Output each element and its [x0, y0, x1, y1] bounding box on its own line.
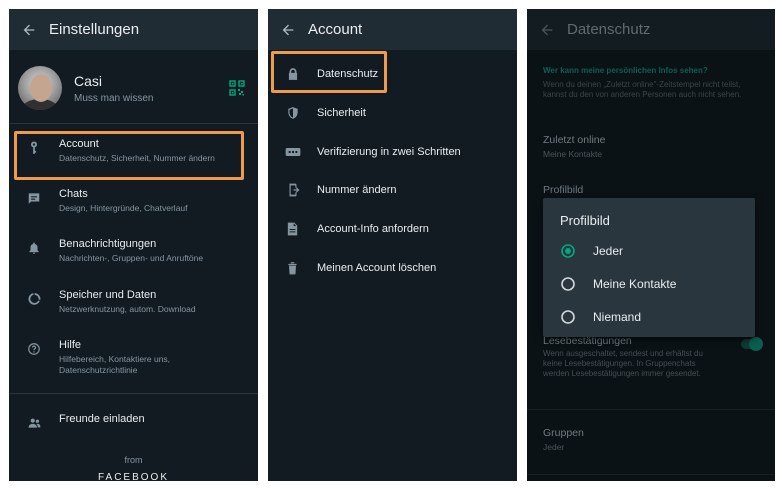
- account-item-delete[interactable]: Meinen Account löschen: [268, 253, 517, 283]
- read-receipts-description: Wenn ausgeschaltet, sendest und erhältst…: [543, 349, 703, 378]
- divider: [9, 393, 258, 394]
- section-header: Wer kann meine persönlichen Infos sehen?: [543, 66, 708, 75]
- chat-icon: [9, 188, 59, 205]
- settings-item-help[interactable]: Hilfe Hilfebereich, Kontaktiere uns, Dat…: [9, 339, 258, 376]
- last-seen-value: Meine Kontakte: [543, 149, 603, 159]
- people-icon: [9, 413, 59, 430]
- privacy-screen: Datenschutz Wer kann meine persönlichen …: [527, 9, 775, 481]
- profile-status: Muss man wissen: [74, 92, 154, 104]
- divider: [527, 474, 775, 475]
- dialog-title: Profilbild: [560, 213, 610, 228]
- divider: [9, 123, 258, 124]
- option-my-contacts[interactable]: Meine Kontakte: [543, 272, 755, 296]
- settings-item-storage[interactable]: Speicher und Daten Netzwerknutzung, auto…: [9, 289, 258, 315]
- account-highlight-box: [14, 131, 244, 180]
- settings-item-label: Chats: [59, 188, 88, 200]
- groups-setting[interactable]: Gruppen Jeder: [543, 427, 765, 452]
- settings-title: Einstellungen: [49, 21, 140, 38]
- privacy-app-bar: Datenschutz: [527, 9, 775, 50]
- account-item-label: Sicherheit: [317, 107, 366, 119]
- profile-photo-setting[interactable]: Profilbild: [543, 184, 765, 196]
- phone-change-icon: [268, 183, 317, 197]
- section-description: Wenn du deinen „Zuletzt online"-Zeitstem…: [543, 80, 742, 99]
- groups-value: Jeder: [543, 442, 565, 452]
- account-item-request-info[interactable]: Account-Info anfordern: [268, 214, 517, 244]
- trash-icon: [268, 261, 317, 275]
- profile-photo-dialog: Profilbild Jeder Meine Kontakte Niemand: [543, 198, 755, 337]
- help-icon: [9, 339, 59, 356]
- option-label: Jeder: [593, 244, 624, 258]
- settings-item-notifications[interactable]: Benachrichtigungen Nachrichten-, Gruppen…: [9, 238, 258, 264]
- profile-photo-label: Profilbild: [543, 184, 584, 196]
- account-item-security[interactable]: Sicherheit: [268, 98, 517, 128]
- bell-icon: [9, 238, 59, 255]
- back-arrow-icon[interactable]: [9, 22, 49, 38]
- radio-selected-icon[interactable]: [543, 244, 593, 258]
- account-item-two-step[interactable]: Verifizierung in zwei Schritten: [268, 137, 517, 167]
- privacy-title: Datenschutz: [567, 21, 651, 38]
- option-nobody[interactable]: Niemand: [543, 305, 755, 329]
- settings-item-label: Speicher und Daten: [59, 289, 157, 301]
- account-item-label: Nummer ändern: [317, 184, 397, 196]
- back-arrow-icon[interactable]: [268, 22, 308, 38]
- divider: [527, 409, 775, 410]
- personal-info-section: Wer kann meine persönlichen Infos sehen?…: [543, 66, 765, 100]
- privacy-highlight-box: [271, 51, 387, 93]
- profile-row[interactable]: Casi Muss man wissen: [18, 62, 249, 114]
- back-arrow-icon[interactable]: [527, 22, 567, 38]
- radio-unselected-icon[interactable]: [543, 310, 593, 324]
- settings-item-sublabel: Hilfebereich, Kontaktiere uns, Datenschu…: [59, 354, 171, 375]
- profile-name: Casi: [74, 72, 103, 89]
- settings-screen: Einstellungen Casi Muss man wissen Accou…: [9, 9, 258, 481]
- option-label: Meine Kontakte: [593, 277, 677, 291]
- account-item-label: Account-Info anfordern: [317, 223, 429, 235]
- option-everyone[interactable]: Jeder: [543, 239, 755, 263]
- document-icon: [268, 222, 317, 236]
- radio-unselected-icon[interactable]: [543, 277, 593, 291]
- groups-label: Gruppen: [543, 427, 584, 439]
- option-label: Niemand: [593, 310, 642, 324]
- account-item-label: Verifizierung in zwei Schritten: [317, 146, 461, 158]
- password-dots-icon: [268, 146, 317, 158]
- read-receipts-setting[interactable]: Lesebestätigungen Wenn ausgeschaltet, se…: [543, 335, 765, 379]
- avatar[interactable]: [18, 66, 62, 110]
- account-item-change-number[interactable]: Nummer ändern: [268, 175, 517, 205]
- from-label: from: [124, 455, 143, 465]
- data-usage-icon: [9, 289, 59, 306]
- account-item-label: Meinen Account löschen: [317, 262, 437, 274]
- settings-item-label: Hilfe: [59, 339, 82, 351]
- account-title: Account: [308, 21, 363, 38]
- facebook-brand: FACEBOOK: [97, 472, 169, 481]
- settings-item-chats[interactable]: Chats Design, Hintergründe, Chatverlauf: [9, 188, 258, 214]
- settings-item-sublabel: Design, Hintergründe, Chatverlauf: [59, 203, 188, 213]
- last-seen-label: Zuletzt online: [543, 134, 606, 146]
- last-seen-setting[interactable]: Zuletzt online Meine Kontakte: [543, 134, 765, 159]
- read-receipts-toggle[interactable]: [741, 337, 763, 351]
- settings-item-invite[interactable]: Freunde einladen: [9, 413, 258, 430]
- shield-icon: [268, 106, 317, 120]
- invite-friends-label: Freunde einladen: [59, 413, 145, 425]
- settings-item-sublabel: Nachrichten-, Gruppen- und Anruftöne: [59, 253, 204, 263]
- account-app-bar: Account: [268, 9, 517, 50]
- settings-item-sublabel: Netzwerknutzung, autom. Download: [59, 304, 196, 314]
- settings-app-bar: Einstellungen: [9, 9, 258, 50]
- account-screen: Account Datenschutz Sicherheit Verifizie…: [268, 9, 517, 481]
- qr-code-icon[interactable]: [225, 80, 249, 96]
- settings-item-label: Benachrichtigungen: [59, 238, 157, 250]
